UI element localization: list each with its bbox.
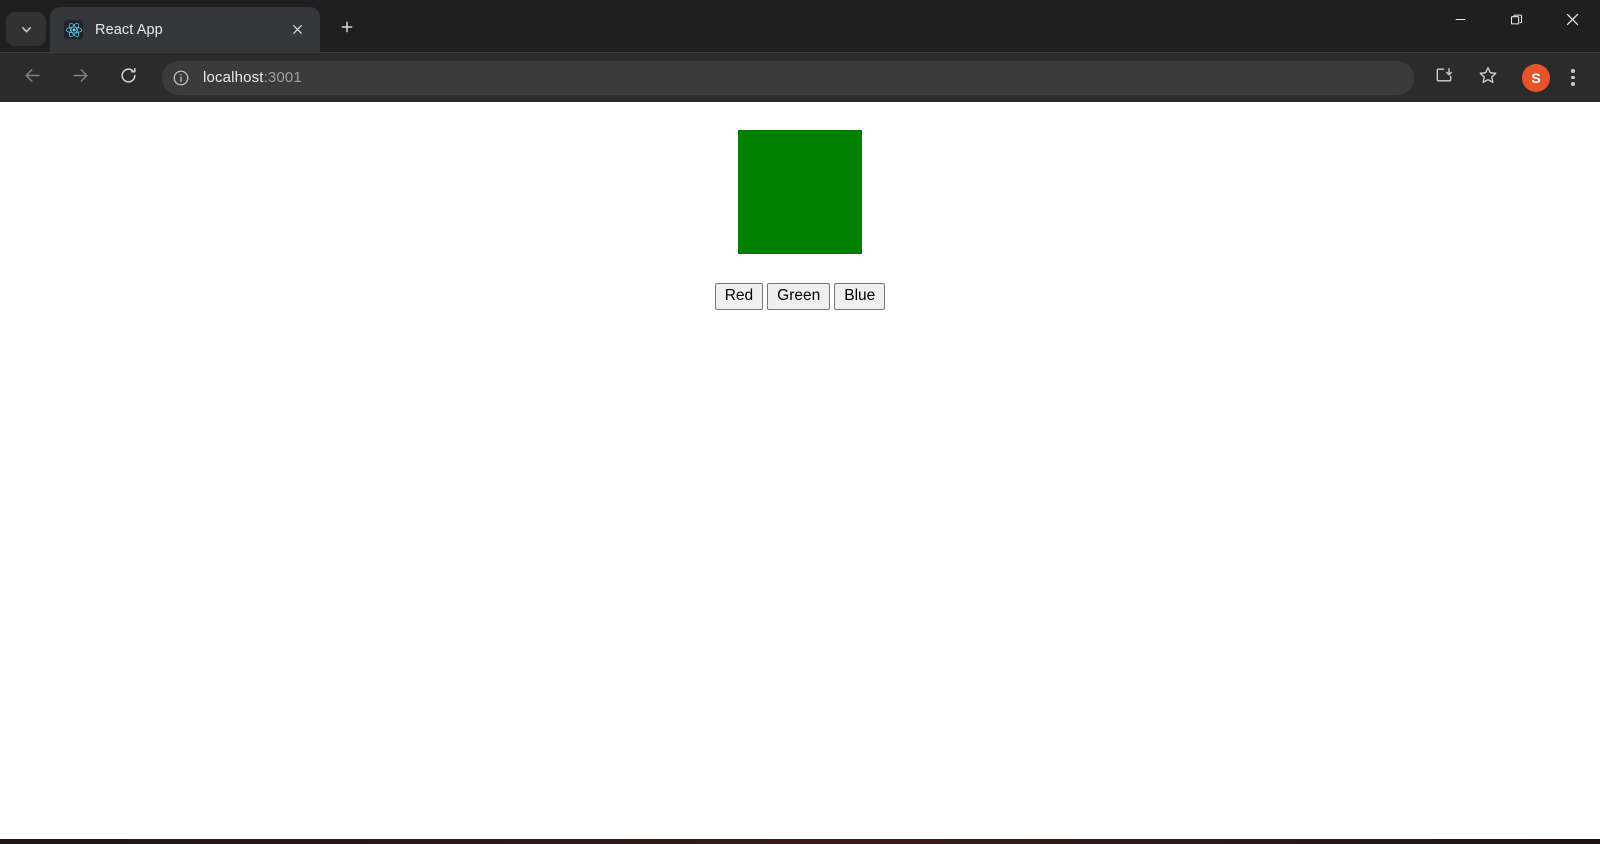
plus-icon	[339, 19, 355, 40]
react-app-root: Red Green Blue	[0, 102, 1600, 311]
browser-toolbar: localhost:3001 S	[0, 52, 1600, 102]
minimize-icon	[1453, 12, 1468, 32]
color-button-group: Red Green Blue	[714, 283, 886, 311]
info-circle-icon[interactable]	[168, 65, 194, 91]
tab-strip: React App	[0, 0, 1600, 52]
bookmark-button[interactable]	[1471, 61, 1505, 95]
color-button-blue[interactable]: Blue	[834, 283, 886, 311]
install-app-icon	[1434, 65, 1454, 90]
address-bar[interactable]: localhost:3001	[162, 60, 1414, 95]
tab-close-button[interactable]	[284, 17, 310, 43]
reload-icon	[119, 66, 138, 90]
forward-button[interactable]	[63, 61, 97, 95]
back-button[interactable]	[15, 61, 49, 95]
tab-search-button[interactable]	[6, 12, 46, 46]
reload-button[interactable]	[111, 61, 145, 95]
tab-react-app[interactable]: React App	[50, 7, 320, 52]
react-logo-icon	[64, 20, 83, 39]
address-bar-url: localhost:3001	[203, 69, 302, 86]
color-preview-box	[738, 130, 862, 254]
menu-dot	[1571, 75, 1575, 80]
window-close-icon	[1564, 11, 1581, 33]
page-viewport: Red Green Blue	[0, 102, 1600, 844]
profile-initial: S	[1531, 69, 1541, 86]
install-app-button[interactable]	[1427, 61, 1461, 95]
three-dot-menu-icon[interactable]	[1558, 61, 1588, 95]
browser-window: React App localhost:3001 S Red Green Blu…	[0, 0, 1600, 844]
star-icon	[1478, 65, 1498, 90]
arrow-left-icon	[23, 66, 42, 90]
menu-dot	[1571, 82, 1575, 86]
profile-avatar[interactable]: S	[1522, 63, 1550, 92]
window-bottom-edge	[0, 839, 1600, 844]
chevron-down-icon	[19, 22, 34, 37]
window-minimize-button[interactable]	[1432, 0, 1488, 44]
address-bar-port: :3001	[263, 69, 302, 86]
window-close-button[interactable]	[1544, 0, 1600, 44]
restore-window-icon	[1509, 12, 1524, 32]
address-bar-host: localhost	[203, 69, 264, 86]
new-tab-button[interactable]	[330, 12, 364, 46]
color-button-green[interactable]: Green	[767, 283, 831, 311]
arrow-right-icon	[71, 66, 90, 90]
window-controls	[1432, 0, 1600, 52]
window-restore-button[interactable]	[1488, 0, 1544, 44]
menu-dot	[1571, 69, 1575, 73]
color-button-red[interactable]: Red	[714, 283, 764, 311]
tab-title: React App	[95, 21, 163, 38]
